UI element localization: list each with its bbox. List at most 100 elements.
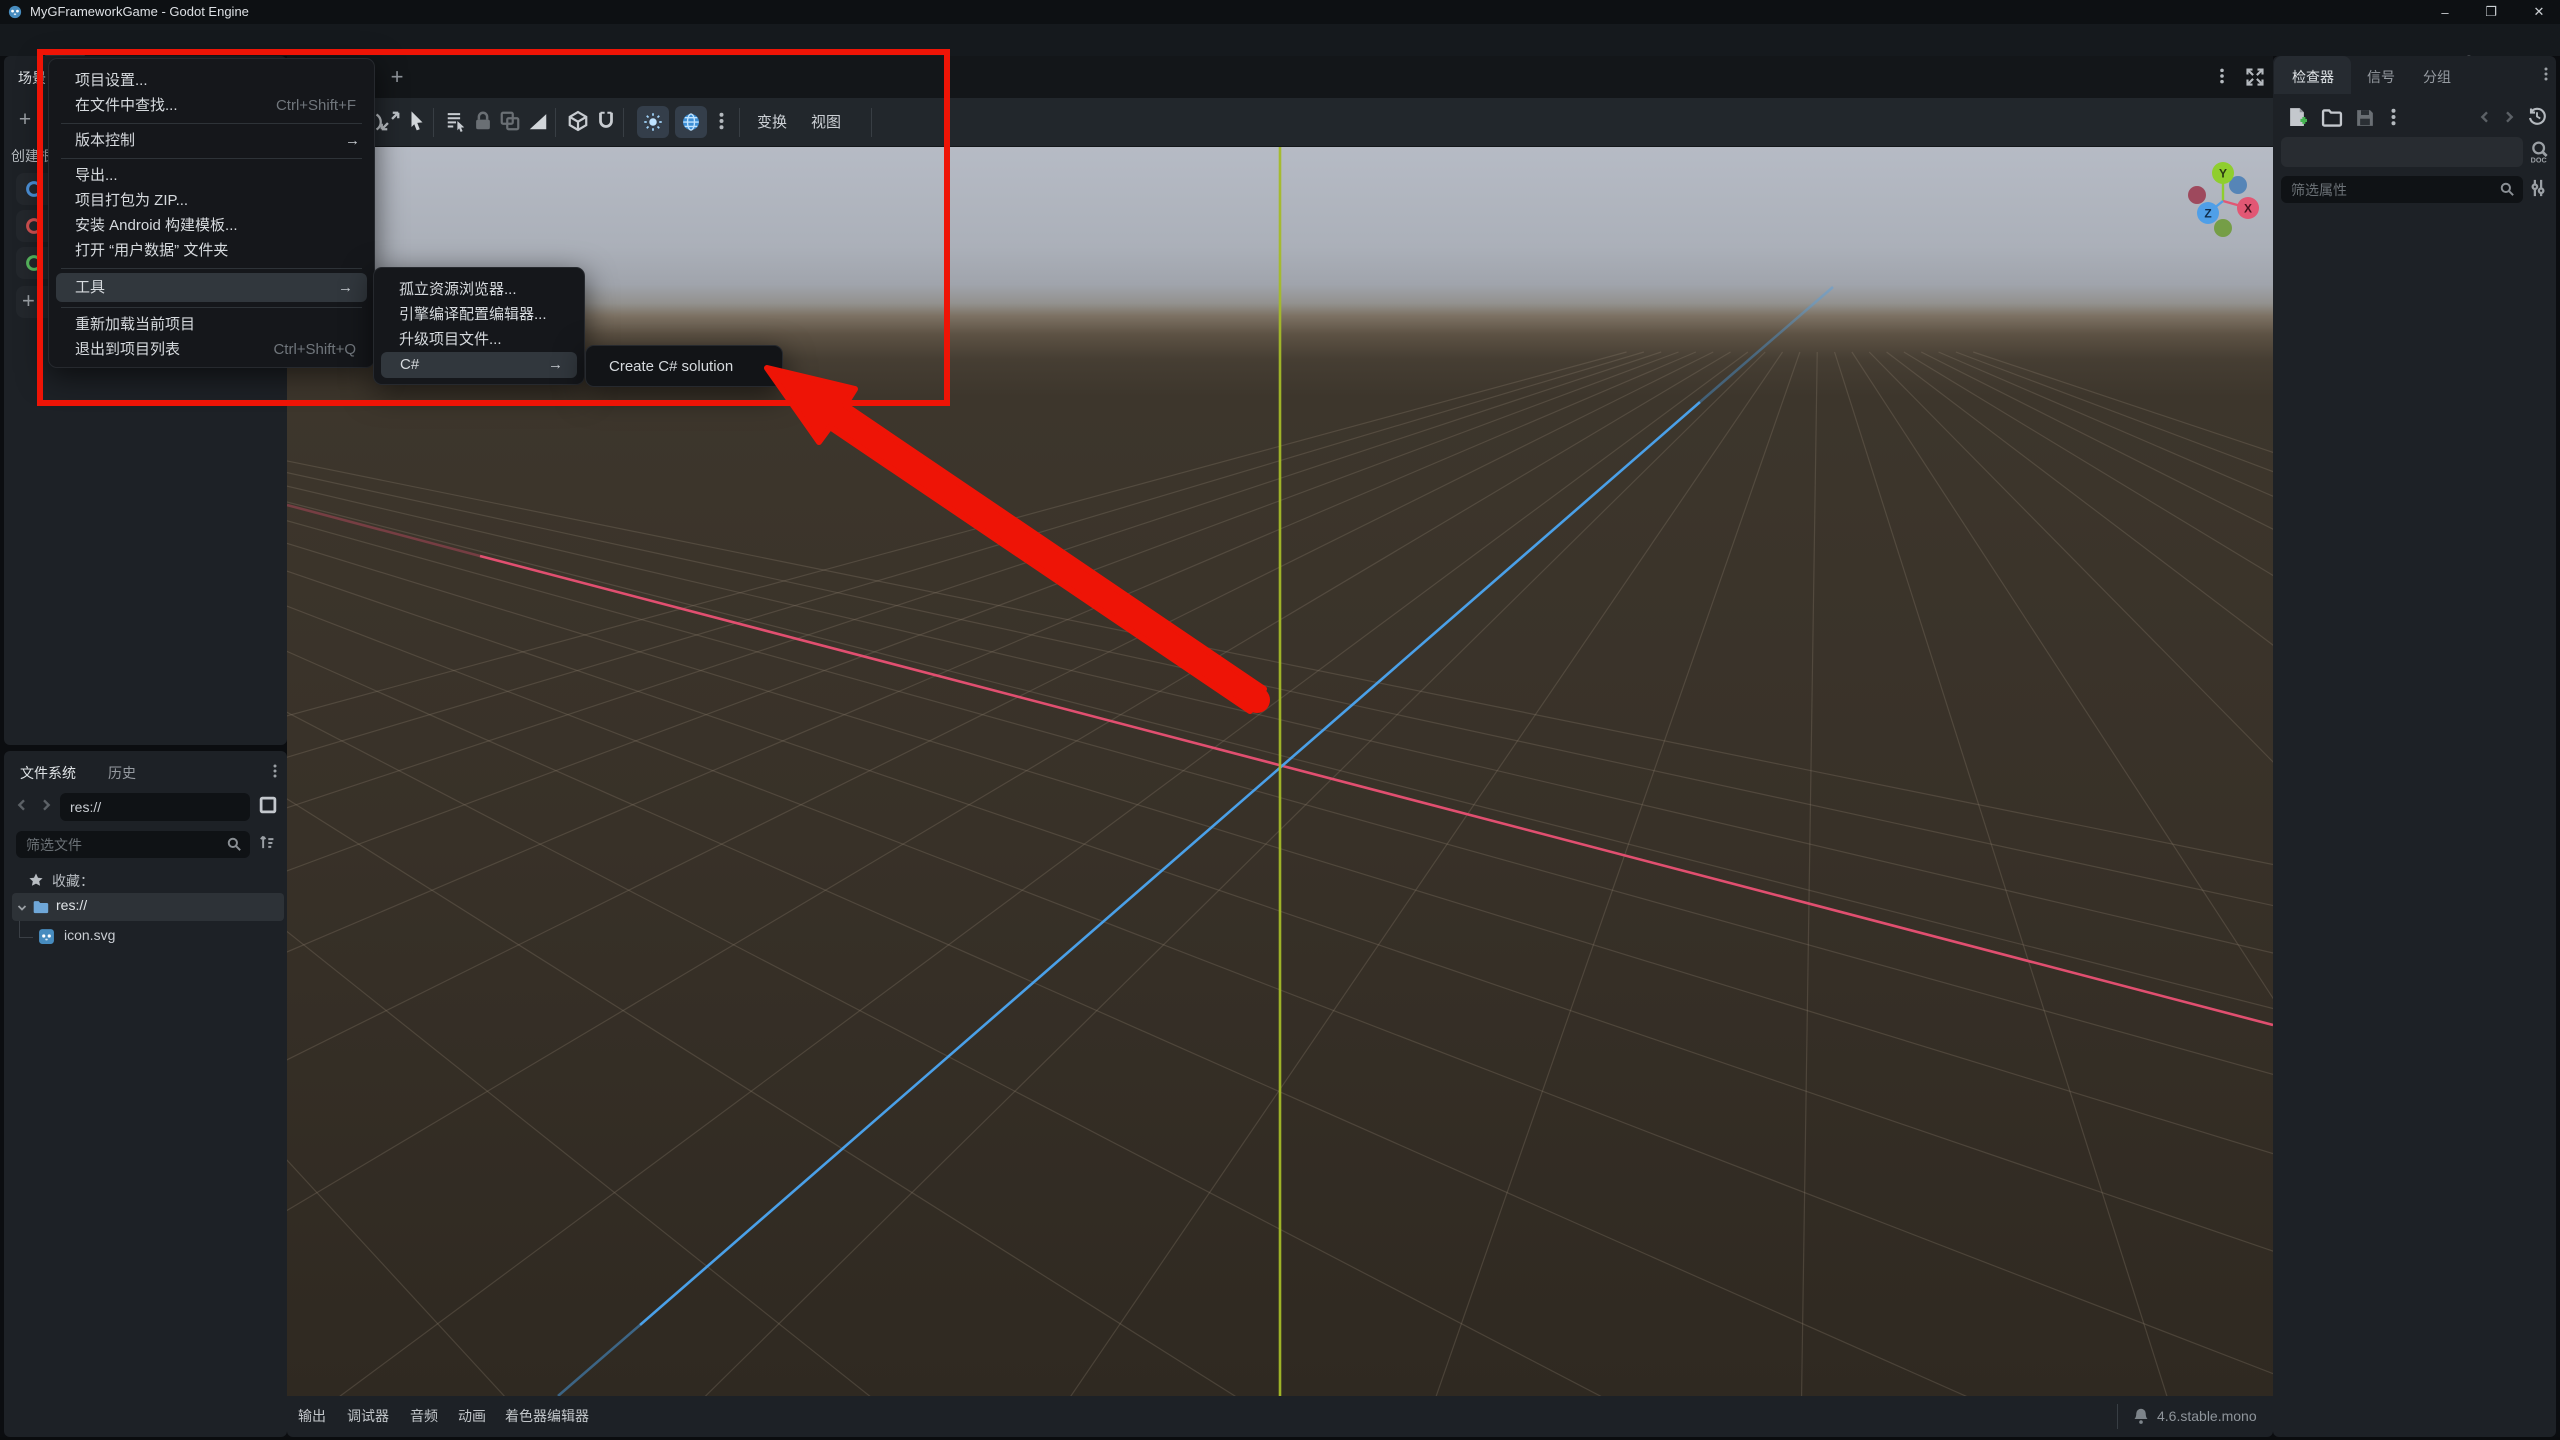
- user-interface-icon: [24, 253, 44, 273]
- menu-item-open-user-data[interactable]: 打开 “用户数据” 文件夹: [49, 238, 374, 263]
- save-resource-icon[interactable]: [2355, 108, 2375, 128]
- sun-icon: [643, 112, 663, 132]
- open-docs-icon[interactable]: DOC: [2529, 140, 2551, 164]
- menu-item-project-settings[interactable]: 项目设置...: [49, 68, 374, 93]
- menu-item-reload-project[interactable]: 重新加载当前项目: [49, 312, 374, 337]
- fs-filter-search-icon: [226, 836, 242, 852]
- other-node-plus-icon: +: [22, 288, 35, 313]
- tab-scene-dock[interactable]: 场景: [18, 68, 46, 88]
- fs-forward-icon[interactable]: [38, 797, 54, 813]
- fs-favorites-row: 收藏：: [4, 867, 287, 895]
- scene-tabs-strip: +: [287, 56, 2273, 98]
- menu-item-create-csharp-solution[interactable]: Create C# solution: [586, 354, 782, 380]
- menu-item-export[interactable]: 导出...: [49, 163, 374, 188]
- expander-chevron-icon[interactable]: [16, 902, 28, 914]
- fs-filter-input[interactable]: [16, 831, 250, 858]
- menu-item-version-control[interactable]: 版本控制 →: [49, 128, 374, 153]
- favorites-label: 收藏：: [52, 873, 94, 889]
- snap-object-icon[interactable]: [567, 110, 589, 132]
- project-menu-popup: 项目设置... 在文件中查找... Ctrl+Shift+F 版本控制 → 导出..…: [48, 58, 375, 368]
- version-label: 4.6.stable.mono: [2157, 1408, 2257, 1424]
- submenu-arrow-icon: →: [548, 356, 563, 373]
- minimize-button[interactable]: –: [2428, 0, 2462, 24]
- tab-groups[interactable]: 分组: [2423, 67, 2451, 87]
- toolbar-separator: [623, 108, 624, 137]
- distraction-free-icon[interactable]: [2245, 67, 2265, 87]
- tab-history[interactable]: 历史: [108, 763, 136, 783]
- load-resource-folder-icon[interactable]: [2321, 108, 2343, 128]
- create-root-3d-button[interactable]: [16, 210, 52, 242]
- godot-svg-file-icon: [38, 928, 55, 945]
- menu-item-orphan-explorer[interactable]: 孤立资源浏览器...: [374, 277, 584, 302]
- preview-environment-toggle[interactable]: [675, 106, 707, 138]
- dock-options-icon[interactable]: [268, 763, 282, 779]
- panel-animation[interactable]: 动画: [458, 1404, 486, 1429]
- history-forward-icon[interactable]: [2501, 109, 2517, 125]
- gizmo-y-label: Y: [2219, 167, 2227, 181]
- resource-name-box[interactable]: [2281, 137, 2523, 167]
- fs-sort-icon[interactable]: [258, 834, 276, 852]
- new-resource-icon[interactable]: [2287, 106, 2307, 128]
- panel-shader-editor[interactable]: 着色器编辑器: [505, 1404, 589, 1429]
- menu-item-upgrade-files[interactable]: 升级项目文件...: [374, 327, 584, 352]
- notification-bell-icon[interactable]: [2133, 1407, 2149, 1425]
- spatial-toolbar: 变换 视图: [287, 98, 2273, 147]
- add-child-node-button[interactable]: +: [14, 108, 36, 132]
- menu-item-engine-compile-editor[interactable]: 引擎编译配置编辑器...: [374, 302, 584, 327]
- create-root-ui-button[interactable]: [16, 247, 52, 279]
- godot-logo-icon: [8, 5, 22, 19]
- fs-file-row[interactable]: icon.svg: [12, 924, 284, 950]
- tab-inspector[interactable]: 检查器: [2274, 56, 2351, 94]
- create-root-other-button[interactable]: +: [16, 286, 52, 318]
- menu-item-quit-to-list[interactable]: 退出到项目列表 Ctrl+Shift+Q: [49, 337, 374, 362]
- panel-output[interactable]: 输出: [298, 1404, 326, 1429]
- inspector-filter-input[interactable]: [2281, 176, 2523, 203]
- tab-filesystem[interactable]: 文件系统: [20, 763, 76, 783]
- select-tool-icon[interactable]: [407, 110, 427, 132]
- scene-tabs-menu-icon[interactable]: [2215, 67, 2229, 85]
- toolbar-separator: [433, 108, 434, 137]
- menu-item-pack-zip[interactable]: 项目打包为 ZIP...: [49, 188, 374, 213]
- scale-tool-icon[interactable]: [379, 110, 401, 132]
- 2d-scene-icon: [24, 179, 44, 199]
- ruler-icon[interactable]: [527, 110, 549, 132]
- gizmo-z-label: Z: [2204, 207, 2211, 221]
- resource-options-icon[interactable]: [2387, 107, 2400, 127]
- edit-history-icon[interactable]: [2527, 106, 2547, 126]
- view-menu[interactable]: 视图: [811, 109, 841, 136]
- menu-item-install-android[interactable]: 安装 Android 构建模板...: [49, 213, 374, 238]
- fs-back-icon[interactable]: [14, 797, 30, 813]
- folder-icon: [32, 898, 50, 916]
- menu-item-tools[interactable]: 工具 →: [56, 273, 367, 302]
- environment-globe-icon: [681, 112, 701, 132]
- create-root-2d-button[interactable]: [16, 173, 52, 205]
- star-icon: [28, 872, 44, 888]
- fs-path-input[interactable]: [60, 793, 250, 821]
- menu-item-csharp[interactable]: C# →: [381, 352, 577, 378]
- fs-root-row[interactable]: res://: [12, 893, 284, 921]
- inspector-filter-search-icon: [2499, 181, 2515, 197]
- split-mode-icon[interactable]: [258, 795, 278, 815]
- sun-environ-options-icon[interactable]: [715, 111, 728, 131]
- panel-debugger[interactable]: 调试器: [347, 1404, 389, 1429]
- tab-signals[interactable]: 信号: [2367, 67, 2395, 87]
- window-title: MyGFrameworkGame - Godot Engine: [30, 4, 249, 19]
- history-back-icon[interactable]: [2477, 109, 2493, 125]
- menu-item-find-in-files[interactable]: 在文件中查找... Ctrl+Shift+F: [49, 93, 374, 118]
- panel-audio[interactable]: 音频: [410, 1404, 438, 1429]
- axis-gizmo[interactable]: Y X Z: [2171, 155, 2275, 259]
- add-scene-tab-button[interactable]: +: [385, 64, 409, 90]
- preview-sun-toggle[interactable]: [637, 106, 669, 138]
- dock-options-icon[interactable]: [2539, 66, 2553, 82]
- lock-icon[interactable]: [473, 110, 493, 132]
- list-select-icon[interactable]: [445, 110, 467, 132]
- shortcut-label: Ctrl+Shift+Q: [273, 341, 356, 358]
- inspector-tools-icon[interactable]: [2529, 178, 2547, 198]
- transform-menu[interactable]: 变换: [757, 109, 787, 136]
- magnet-snap-icon[interactable]: [595, 110, 617, 132]
- inspector-dock: 检查器 信号 分组 DOC: [2273, 56, 2556, 1437]
- group-icon[interactable]: [499, 110, 521, 132]
- close-button[interactable]: ✕: [2522, 0, 2556, 24]
- submenu-arrow-icon: →: [345, 132, 360, 149]
- restore-button[interactable]: ❐: [2474, 0, 2508, 24]
